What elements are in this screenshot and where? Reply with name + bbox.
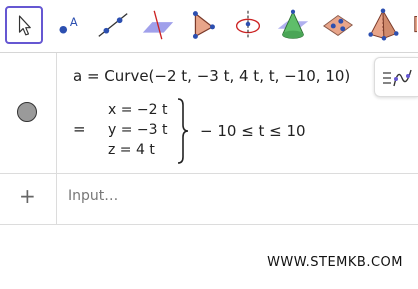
algebra-view: a = Curve(−2 t, −3 t, 4 t, t, −10, 10) =…: [0, 53, 418, 228]
polygon-tool-button[interactable]: [184, 6, 222, 44]
input-row: +: [0, 174, 418, 225]
plane-tool-button[interactable]: [319, 6, 357, 44]
equals-sign: =: [73, 120, 86, 138]
net-tool-button[interactable]: [409, 6, 418, 44]
arrow-cursor-icon: [18, 15, 31, 36]
curve-definition: a = Curve(−2 t, −3 t, 4 t, t, −10, 10): [73, 67, 351, 85]
y-equation: y = −3 t: [108, 122, 168, 138]
toolbar: A: [0, 0, 418, 53]
line-tool-button[interactable]: [94, 6, 132, 44]
point-tool-label: A: [70, 15, 78, 29]
right-brace-icon: [177, 98, 189, 164]
add-icon[interactable]: +: [19, 186, 36, 206]
algebra-row-curve[interactable]: a = Curve(−2 t, −3 t, 4 t, t, −10, 10) =…: [0, 53, 418, 174]
parametric-equations: x = −2 t y = −3 t z = 4 t: [108, 100, 168, 160]
point-icon: A: [59, 15, 78, 34]
triangle-icon: [192, 11, 215, 39]
x-equation: x = −2 t: [108, 102, 168, 118]
circle-axis-icon: [235, 10, 261, 40]
circle-axis-tool-button[interactable]: [229, 6, 267, 44]
pyramid-icon: [368, 8, 399, 41]
algebra-input[interactable]: [66, 187, 390, 205]
move-tool-button[interactable]: [5, 6, 43, 44]
perpendicular-line-tool-button[interactable]: [139, 6, 177, 44]
watermark: WWW.STEMKB.COM: [267, 255, 403, 270]
cone-icon: [277, 9, 309, 39]
net-icon: [414, 16, 417, 33]
line-icon: [98, 13, 128, 37]
point-tool-button[interactable]: A: [49, 6, 87, 44]
algebra-view-icon: [383, 69, 412, 87]
parameter-range: − 10 ≤ t ≤ 10: [200, 122, 306, 140]
plane-points-icon: [322, 14, 354, 36]
pyramid-tool-button[interactable]: [364, 6, 402, 44]
visibility-toggle[interactable]: [17, 102, 37, 122]
algebra-menu-button[interactable]: [374, 57, 418, 97]
z-equation: z = 4 t: [108, 142, 155, 158]
add-column: +: [0, 174, 57, 224]
cone-tool-button[interactable]: [274, 6, 312, 44]
perpendicular-plane-icon: [142, 10, 174, 40]
visibility-column: [0, 53, 57, 173]
